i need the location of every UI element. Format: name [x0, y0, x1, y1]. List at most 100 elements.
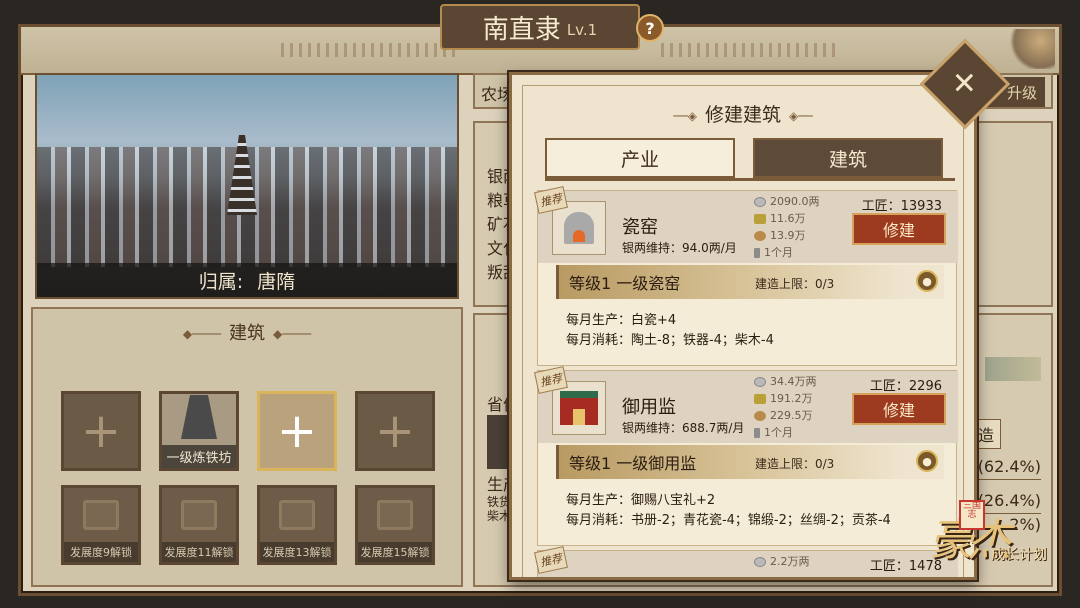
- cost-silver: 34.4万两: [754, 373, 817, 390]
- corner-ornament: [1007, 29, 1055, 69]
- logo-subtitle: 成长计划: [991, 547, 1047, 563]
- silver-icon: [754, 196, 766, 207]
- building-name: 御用监: [622, 397, 676, 418]
- built-slot[interactable]: 一级炼铁坊: [159, 391, 239, 471]
- owner-bar: 归属: 唐隋: [37, 263, 457, 297]
- building-card: 推荐 瓷窑 银两维持：94.0两/月 2090.0两 11.6万 13.9万 1…: [534, 186, 958, 366]
- artisan-count: 工匠：2296: [869, 379, 942, 394]
- cost-silver: 2.2万两: [754, 553, 810, 570]
- cost-time: 1个月: [754, 424, 817, 441]
- locked-slot-label: 发展度15解锁: [358, 542, 432, 562]
- buildings-title: 建筑: [33, 319, 461, 345]
- cost-value: 34.4万两: [770, 375, 817, 388]
- kiln-icon: [564, 212, 594, 244]
- cost-material: 229.5万: [754, 407, 817, 424]
- empty-slot-4[interactable]: +: [355, 391, 435, 471]
- city-level: Lv.1: [566, 21, 598, 39]
- modal-body: 修建建筑 产业 建筑 推荐 瓷窑 银两维持：94.0两/月 2090.0两 11…: [522, 85, 964, 577]
- cost-material: 13.9万: [754, 227, 820, 244]
- tab-buildings[interactable]: 建筑: [753, 138, 943, 178]
- monthly-consumption: 每月消耗：书册-2；青花瓷-4；锦缎-2；丝绸-2；贡茶-4: [566, 513, 891, 528]
- empty-slot-1[interactable]: +: [61, 391, 141, 471]
- cost-list: 2090.0两 11.6万 13.9万 1个月: [754, 193, 820, 261]
- cost-value: 191.2万: [770, 392, 813, 405]
- build-cap: 建造上限：0/3: [755, 457, 835, 471]
- locked-slot-label: 发展度9解锁: [64, 542, 138, 562]
- production-detail: 铁货 柴木: [487, 495, 511, 523]
- monthly-consumption: 每月消耗：陶土-8；铁器-4；柴木-4: [566, 333, 774, 348]
- building-name: 瓷窑: [622, 217, 658, 238]
- material-bag-icon: [754, 230, 766, 241]
- silver-icon: [754, 556, 766, 567]
- city-scene-image: 归属: 唐隋: [35, 73, 459, 299]
- cost-value: 1个月: [764, 246, 793, 259]
- owner-label: 归属:: [198, 270, 244, 293]
- help-button[interactable]: ?: [636, 14, 664, 42]
- city-name: 南直隶: [482, 14, 561, 45]
- hourglass-icon: [754, 427, 760, 438]
- grain-icon: [754, 393, 766, 404]
- artisan-count: 工匠：13933: [861, 199, 942, 214]
- level-bar: 等级1 一级瓷窑 建造上限：0/3 ●: [556, 265, 944, 299]
- city-title-plate: 南直隶 Lv.1: [440, 4, 640, 50]
- cost-value: 229.5万: [770, 409, 813, 422]
- percentage-value: (62.4%): [977, 457, 1041, 476]
- lock-box-icon: [83, 500, 119, 530]
- build-button[interactable]: 修建: [852, 213, 946, 245]
- buildings-panel: 建筑 + 一级炼铁坊 + + 发展度9解锁 发展度11解锁 发展度13解锁 发展…: [31, 307, 463, 587]
- tab-divider: [545, 178, 955, 181]
- level-bar: 等级1 一级御用监 建造上限：0/3 ●: [556, 445, 944, 479]
- locked-slot[interactable]: 发展度13解锁: [257, 485, 337, 565]
- locked-slot[interactable]: 发展度15解锁: [355, 485, 435, 565]
- locked-slot-label: 发展度13解锁: [260, 542, 334, 562]
- magnifier-icon[interactable]: ●: [916, 270, 938, 292]
- plus-icon: +: [374, 403, 416, 459]
- lock-box-icon: [279, 500, 315, 530]
- header-pattern-left: [281, 43, 461, 57]
- plus-icon: +: [80, 403, 122, 459]
- cost-value: 2090.0两: [770, 195, 820, 208]
- cost-value: 1个月: [764, 426, 793, 439]
- locked-slot[interactable]: 发展度9解锁: [61, 485, 141, 565]
- empty-slot-selected[interactable]: +: [257, 391, 337, 471]
- grain-icon: [754, 213, 766, 224]
- lock-box-icon: [181, 500, 217, 530]
- production-item: 柴木: [487, 509, 512, 523]
- upkeep-text: 银两维持：688.7两/月: [622, 421, 745, 435]
- landscape-scroll-image: [985, 357, 1041, 381]
- build-button[interactable]: 修建: [852, 393, 946, 425]
- gate-icon: [560, 391, 598, 425]
- monthly-production: 每月生产：白瓷+4: [566, 313, 677, 328]
- close-icon: ✕: [952, 66, 978, 102]
- cost-list: 34.4万两 191.2万 229.5万 1个月: [754, 373, 817, 441]
- build-cap: 建造上限：0/3: [755, 277, 835, 291]
- logo-seal: 三国志: [959, 500, 985, 530]
- level-text: 等级1 一级瓷窑: [569, 274, 681, 293]
- material-bag-icon: [754, 410, 766, 421]
- silver-icon: [754, 376, 766, 387]
- building-card: 推荐 御用监 银两维持：688.7两/月 34.4万两 191.2万 229.5…: [534, 366, 958, 546]
- built-slot-label: 一级炼铁坊: [162, 445, 236, 468]
- locked-slot-label: 发展度11解锁: [162, 542, 236, 562]
- iron-workshop-icon: [181, 395, 217, 439]
- production-item: 铁货: [487, 495, 512, 509]
- cost-value: 2.2万两: [770, 555, 810, 568]
- plus-icon: +: [276, 403, 318, 459]
- cost-list: 2.2万两: [754, 553, 810, 570]
- cost-time: 1个月: [754, 244, 820, 261]
- cost-silver: 2090.0两: [754, 193, 820, 210]
- build-modal: 修建建筑 产业 建筑 推荐 瓷窑 银两维持：94.0两/月 2090.0两 11…: [509, 72, 977, 580]
- game-logo: 豪杰 三国志 成长计划: [925, 500, 1065, 590]
- monthly-production: 每月生产：御赐八宝礼+2: [566, 493, 716, 508]
- hourglass-icon: [754, 247, 760, 258]
- cost-grain: 11.6万: [754, 210, 820, 227]
- level-text: 等级1 一级御用监: [569, 454, 697, 473]
- locked-slot[interactable]: 发展度11解锁: [159, 485, 239, 565]
- upkeep-text: 银两维持：94.0两/月: [622, 241, 737, 255]
- cost-value: 11.6万: [770, 212, 806, 225]
- header-pattern-right: [661, 43, 841, 57]
- modal-title: 修建建筑: [523, 100, 963, 127]
- magnifier-icon[interactable]: ●: [916, 450, 938, 472]
- tab-industry[interactable]: 产业: [545, 138, 735, 178]
- owner-value: 唐隋: [257, 270, 296, 293]
